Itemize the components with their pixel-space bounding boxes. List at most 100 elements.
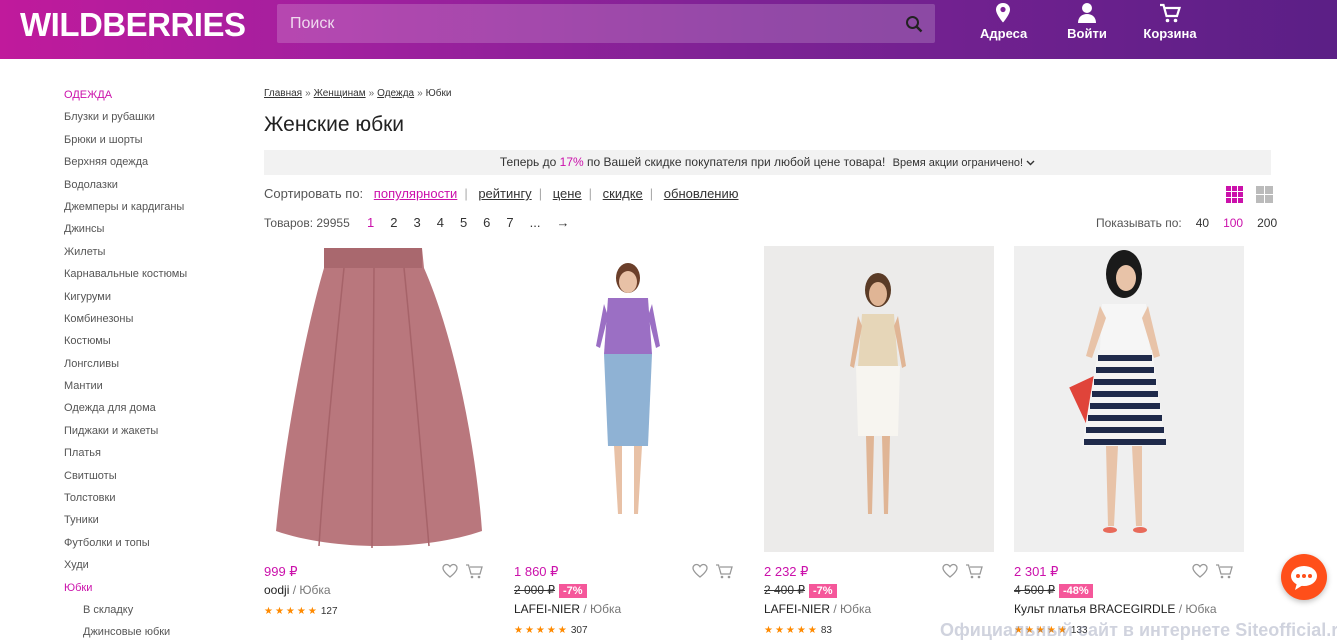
- product-brand[interactable]: LAFEI-NIER: [514, 602, 580, 616]
- breadcrumb-link[interactable]: Главная: [264, 88, 302, 99]
- heart-icon[interactable]: [692, 563, 708, 579]
- grid-view-icon[interactable]: [1226, 186, 1243, 203]
- discount-badge: -48%: [1059, 584, 1093, 598]
- sidebar-item[interactable]: Худи: [64, 556, 244, 578]
- heart-icon[interactable]: [442, 563, 458, 579]
- product-card[interactable]: 2 301 ₽ 4 500 ₽ -48% Культ платья BRACEGI…: [1014, 246, 1244, 638]
- sidebar-item[interactable]: Блузки и рубашки: [64, 108, 244, 130]
- category-sidebar: ОДЕЖДА Блузки и рубашки Брюки и шорты Ве…: [64, 86, 244, 643]
- sidebar-item[interactable]: Одежда для дома: [64, 399, 244, 421]
- product-price: 2 301 ₽: [1014, 564, 1059, 579]
- sort-option-popularity[interactable]: популярности: [374, 186, 458, 201]
- sidebar-item[interactable]: Толстовки: [64, 489, 244, 511]
- search-box: [277, 4, 935, 43]
- rating-stars-icon: ★★★★★: [264, 606, 319, 617]
- page-link[interactable]: 2: [390, 215, 397, 230]
- search-icon[interactable]: [905, 15, 923, 33]
- discount-badge: -7%: [809, 584, 837, 598]
- address-label: Адреса: [980, 26, 1028, 41]
- add-to-cart-icon[interactable]: [1215, 563, 1233, 579]
- sort-option-discount[interactable]: скидке: [603, 186, 643, 201]
- site-header: WILDBERRIES Адреса Войти Корзина: [0, 0, 1337, 59]
- breadcrumb-link[interactable]: Одежда: [377, 88, 414, 99]
- heart-icon[interactable]: [942, 563, 958, 579]
- product-card[interactable]: 1 860 ₽ 2 000 ₽ -7% LAFEI-NIER / Юбка ★★★…: [514, 246, 744, 638]
- product-type: Юбка: [1185, 602, 1217, 616]
- sort-option-rating[interactable]: рейтингу: [478, 186, 531, 201]
- large-view-icon[interactable]: [1256, 186, 1273, 203]
- sidebar-subitem[interactable]: В складку: [64, 601, 244, 623]
- promo-text: Теперь до: [499, 155, 560, 169]
- promo-percent: 17%: [559, 155, 584, 169]
- sidebar-item[interactable]: Жилеты: [64, 243, 244, 265]
- cart-button[interactable]: Корзина: [1143, 2, 1197, 41]
- sidebar-item[interactable]: Джинсы: [64, 220, 244, 242]
- chevron-down-icon: [1026, 160, 1035, 166]
- page-link[interactable]: 3: [413, 215, 420, 230]
- page-link[interactable]: 7: [506, 215, 513, 230]
- promo-limited-toggle[interactable]: Время акции ограничено!: [893, 157, 1035, 169]
- sidebar-heading[interactable]: ОДЕЖДА: [64, 86, 244, 108]
- review-count: 83: [820, 625, 832, 636]
- page-link[interactable]: 4: [437, 215, 444, 230]
- add-to-cart-icon[interactable]: [715, 563, 733, 579]
- per-page-option[interactable]: 200: [1257, 216, 1277, 230]
- product-image[interactable]: [264, 246, 494, 552]
- sidebar-item[interactable]: Комбинезоны: [64, 310, 244, 332]
- product-brand[interactable]: Культ платья BRACEGIRDLE: [1014, 602, 1175, 616]
- heart-icon[interactable]: [1192, 563, 1208, 579]
- sidebar-item[interactable]: Брюки и шорты: [64, 131, 244, 153]
- sidebar-item[interactable]: Платья: [64, 444, 244, 466]
- search-input[interactable]: [277, 4, 897, 43]
- sidebar-item[interactable]: Водолазки: [64, 176, 244, 198]
- sidebar-subitem[interactable]: Джинсовые юбки: [64, 623, 244, 643]
- sort-option-update[interactable]: обновлению: [664, 186, 739, 201]
- sidebar-item[interactable]: Мантии: [64, 377, 244, 399]
- rating-stars-icon: ★★★★★: [514, 625, 569, 636]
- sidebar-item[interactable]: Костюмы: [64, 332, 244, 354]
- product-card[interactable]: 2 232 ₽ 2 400 ₽ -7% LAFEI-NIER / Юбка ★★★…: [764, 246, 994, 638]
- sidebar-item[interactable]: Пиджаки и жакеты: [64, 422, 244, 444]
- login-button[interactable]: Войти: [1066, 2, 1108, 41]
- add-to-cart-icon[interactable]: [465, 563, 483, 579]
- product-image[interactable]: [514, 246, 744, 552]
- product-count: Товаров: 29955: [264, 216, 350, 230]
- sidebar-item[interactable]: Джемперы и кардиганы: [64, 198, 244, 220]
- product-image[interactable]: [1014, 246, 1244, 552]
- review-count: 127: [320, 606, 338, 617]
- page-link[interactable]: 5: [460, 215, 467, 230]
- user-icon: [1078, 3, 1096, 23]
- old-price: 2 000 ₽: [514, 583, 555, 597]
- sidebar-item[interactable]: Лонгсливы: [64, 355, 244, 377]
- sidebar-item-skirts[interactable]: Юбки: [64, 579, 244, 601]
- per-page-label: Показывать по:: [1096, 216, 1182, 230]
- product-type: Юбка: [590, 602, 622, 616]
- breadcrumb-link[interactable]: Женщинам: [314, 88, 366, 99]
- product-brand[interactable]: LAFEI-NIER: [764, 602, 830, 616]
- per-page-selector: Показывать по: 40 100 200: [1096, 216, 1277, 230]
- sidebar-item[interactable]: Свитшоты: [64, 467, 244, 489]
- chat-button[interactable]: [1281, 554, 1327, 600]
- page-link-current[interactable]: 1: [367, 215, 374, 230]
- per-page-option-current[interactable]: 100: [1223, 216, 1243, 230]
- login-label: Войти: [1067, 26, 1107, 41]
- sidebar-item[interactable]: Футболки и топы: [64, 534, 244, 556]
- product-card[interactable]: 999 ₽ oodji / Юбка ★★★★★ 127: [264, 246, 494, 619]
- product-image[interactable]: [764, 246, 994, 552]
- product-brand[interactable]: oodji: [264, 583, 289, 597]
- sidebar-item[interactable]: Кигуруми: [64, 288, 244, 310]
- chat-bubble-icon: [1291, 566, 1317, 590]
- sidebar-item[interactable]: Карнавальные костюмы: [64, 265, 244, 287]
- address-button[interactable]: Адреса: [980, 2, 1028, 41]
- next-page-arrow[interactable]: →: [556, 215, 569, 230]
- logo[interactable]: WILDBERRIES: [20, 6, 246, 44]
- map-pin-icon: [996, 3, 1010, 23]
- add-to-cart-icon[interactable]: [965, 563, 983, 579]
- promo-banner: Теперь до 17% по Вашей скидке покупателя…: [264, 150, 1271, 175]
- pagination: 1 2 3 4 5 6 7... →: [367, 215, 585, 230]
- sidebar-item[interactable]: Верхняя одежда: [64, 153, 244, 175]
- page-link[interactable]: 6: [483, 215, 490, 230]
- sidebar-item[interactable]: Туники: [64, 511, 244, 533]
- per-page-option[interactable]: 40: [1196, 216, 1209, 230]
- sort-option-price[interactable]: цене: [553, 186, 582, 201]
